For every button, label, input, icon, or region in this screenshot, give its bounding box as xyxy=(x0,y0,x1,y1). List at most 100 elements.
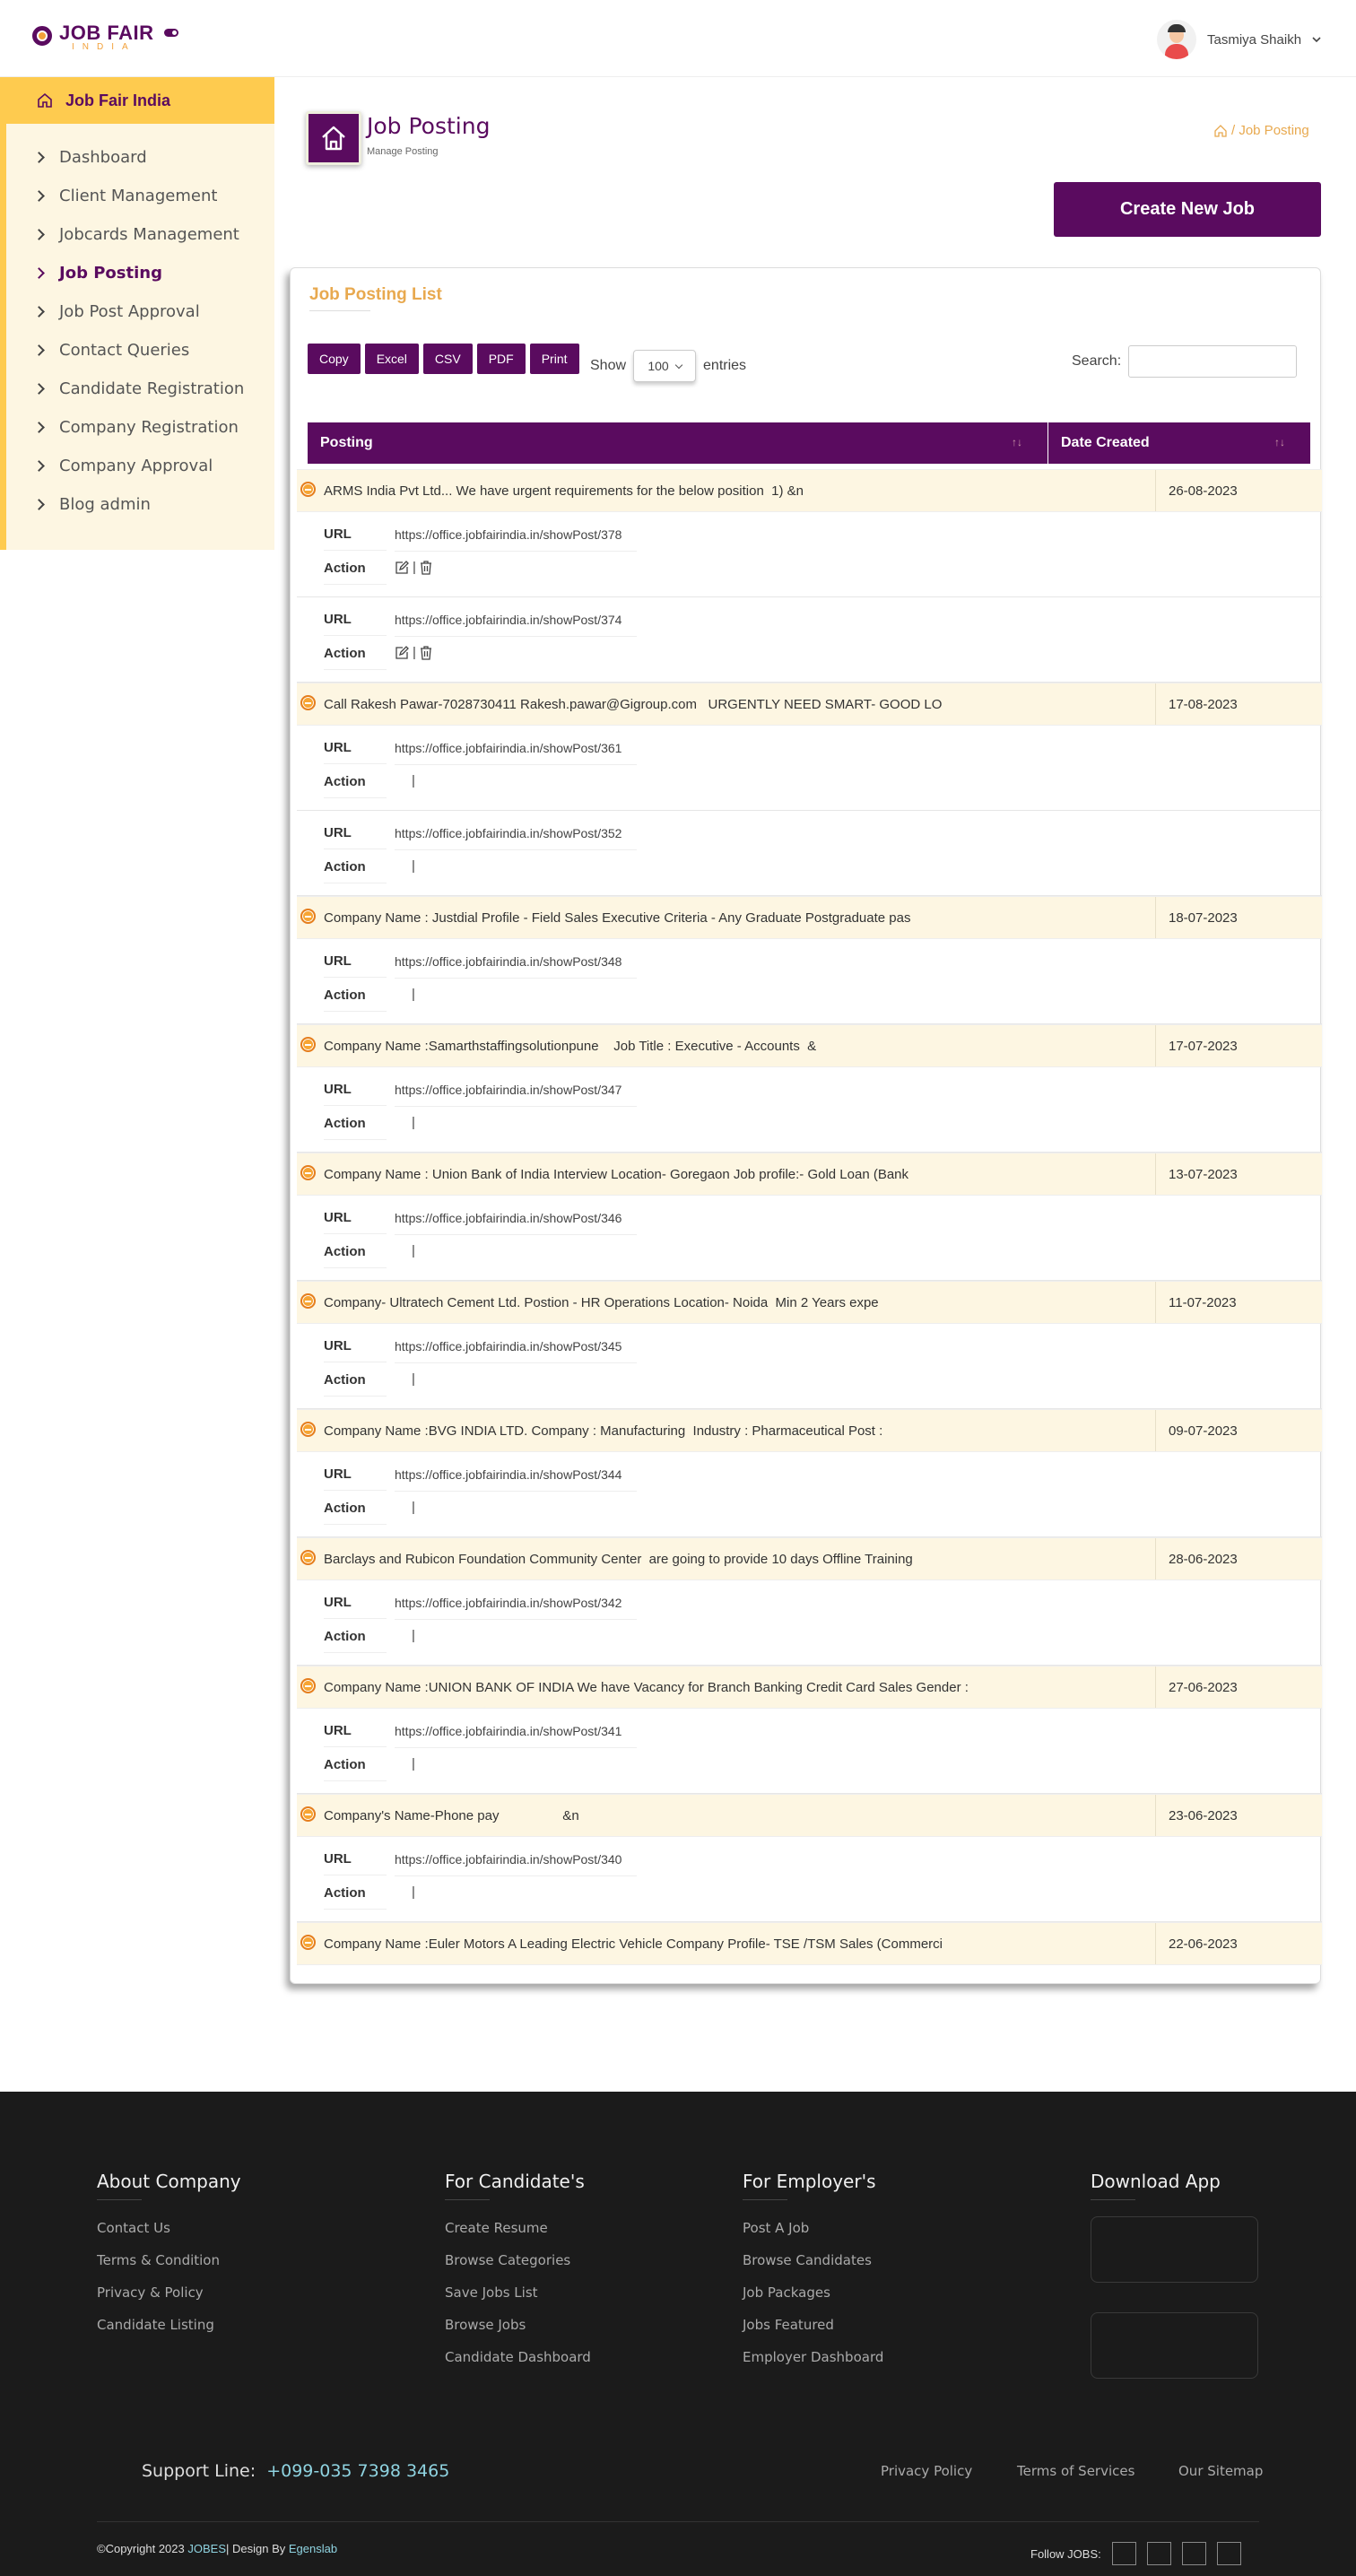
sidebar-item[interactable]: Job Posting xyxy=(31,254,274,292)
play-store-badge[interactable] xyxy=(1091,2312,1258,2379)
site-logo[interactable]: JOB FAIR INDIA xyxy=(30,23,179,52)
table-row[interactable]: ARMS India Pvt Ltd... We have urgent req… xyxy=(297,469,1322,512)
row-actions: | xyxy=(412,773,415,788)
footer-link[interactable]: Browse Categories xyxy=(445,2252,591,2284)
collapse-icon[interactable] xyxy=(300,1935,316,1950)
delete-icon[interactable] xyxy=(420,645,432,660)
sort-icon[interactable]: ↑↓ xyxy=(1012,436,1022,448)
footer-link[interactable]: Browse Jobs xyxy=(445,2317,591,2349)
copyright-designer[interactable]: Egenslab xyxy=(289,2542,337,2555)
collapse-icon[interactable] xyxy=(300,909,316,924)
delete-icon[interactable] xyxy=(420,560,432,575)
footer-link[interactable]: Employer Dashboard xyxy=(743,2349,883,2381)
divider xyxy=(324,1780,387,1781)
privacy-policy-link[interactable]: Privacy Policy xyxy=(881,2463,972,2479)
table-row[interactable]: Company Name : Justdial Profile - Field … xyxy=(297,896,1322,939)
collapse-icon[interactable] xyxy=(300,1293,316,1309)
collapse-icon[interactable] xyxy=(300,1422,316,1437)
edit-icon[interactable] xyxy=(395,645,409,660)
sitemap-link[interactable]: Our Sitemap xyxy=(1178,2463,1263,2479)
posting-text: Company Name :BVG INDIA LTD. Company : M… xyxy=(324,1423,883,1439)
table-row[interactable]: Company's Name-Phone pay &n 23-06-2023 xyxy=(297,1794,1322,1837)
sidebar-header[interactable]: Job Fair India xyxy=(6,77,274,124)
sidebar-item[interactable]: Client Management xyxy=(31,177,274,215)
facebook-icon[interactable] xyxy=(1111,2542,1136,2565)
collapse-icon[interactable] xyxy=(300,482,316,497)
sidebar-item[interactable]: Dashboard xyxy=(31,138,274,177)
footer-link[interactable]: Candidate Dashboard xyxy=(445,2349,591,2381)
sidebar-item[interactable]: Jobcards Management xyxy=(31,215,274,254)
collapse-icon[interactable] xyxy=(300,695,316,710)
entries-select[interactable]: 100 xyxy=(633,350,697,382)
create-new-job-button[interactable]: Create New Job xyxy=(1054,182,1321,237)
footer-link[interactable]: Candidate Listing xyxy=(97,2317,241,2349)
copy-button[interactable]: Copy xyxy=(308,344,361,374)
sidebar-item[interactable]: Blog admin xyxy=(31,485,274,524)
sidebar-item[interactable]: Company Approval xyxy=(31,447,274,485)
collapse-icon[interactable] xyxy=(300,1806,316,1822)
sidebar-item[interactable]: Candidate Registration xyxy=(31,370,274,408)
table-row[interactable]: Company Name :BVG INDIA LTD. Company : M… xyxy=(297,1409,1322,1452)
sidebar-item[interactable]: Company Registration xyxy=(31,408,274,447)
csv-button[interactable]: CSV xyxy=(422,344,473,374)
linkedin-icon[interactable] xyxy=(1181,2542,1206,2565)
support-phone[interactable]: +099-035 7398 3465 xyxy=(266,2461,449,2481)
excel-button[interactable]: Excel xyxy=(364,344,419,374)
footer-link[interactable]: Job Packages xyxy=(743,2284,883,2317)
sidebar-item[interactable]: Contact Queries xyxy=(31,331,274,370)
post-url-link[interactable]: https://office.jobfairindia.in/showPost/… xyxy=(395,1724,637,1748)
table-row[interactable]: Company Name : Union Bank of India Inter… xyxy=(297,1153,1322,1196)
instagram-icon[interactable] xyxy=(1216,2542,1241,2565)
post-url-link[interactable]: https://office.jobfairindia.in/showPost/… xyxy=(395,741,637,765)
url-label: URL xyxy=(324,1851,352,1867)
sidebar-item-label: Job Posting xyxy=(59,264,162,283)
post-url-link[interactable]: https://office.jobfairindia.in/showPost/… xyxy=(395,1211,637,1235)
post-url-link[interactable]: https://office.jobfairindia.in/showPost/… xyxy=(395,1852,637,1876)
user-menu[interactable]: Tasmiya Shaikh xyxy=(1157,20,1321,59)
copyright-brand[interactable]: JOBES xyxy=(187,2542,226,2555)
post-url-link[interactable]: https://office.jobfairindia.in/showPost/… xyxy=(395,527,637,552)
sort-icon[interactable]: ↑↓ xyxy=(1274,436,1285,448)
breadcrumb-home-icon[interactable] xyxy=(1214,124,1227,137)
post-url-link[interactable]: https://office.jobfairindia.in/showPost/… xyxy=(395,1339,637,1363)
collapse-icon[interactable] xyxy=(300,1037,316,1052)
footer-link[interactable]: Create Resume xyxy=(445,2220,591,2252)
sidebar-item[interactable]: Job Post Approval xyxy=(31,292,274,331)
footer-link[interactable]: Terms & Condition xyxy=(97,2252,241,2284)
table-row[interactable]: Barclays and Rubicon Foundation Communit… xyxy=(297,1537,1322,1580)
collapse-icon[interactable] xyxy=(300,1678,316,1693)
footer-link[interactable]: Browse Candidates xyxy=(743,2252,883,2284)
edit-icon[interactable] xyxy=(395,560,409,575)
table-row[interactable]: Company Name :Euler Motors A Leading Ele… xyxy=(297,1922,1322,1965)
collapse-icon[interactable] xyxy=(300,1165,316,1180)
footer-link[interactable]: Jobs Featured xyxy=(743,2317,883,2349)
collapse-icon[interactable] xyxy=(300,1550,316,1565)
follow-links: Follow JOBS: xyxy=(1030,2542,1241,2565)
post-url-link[interactable]: https://office.jobfairindia.in/showPost/… xyxy=(395,954,637,979)
footer-link[interactable]: Post A Job xyxy=(743,2220,883,2252)
column-date-created[interactable]: Date Created ↑↓ xyxy=(1048,422,1310,464)
column-posting[interactable]: Posting ↑↓ xyxy=(308,422,1048,464)
table-row[interactable]: Call Rakesh Pawar-7028730411 Rakesh.pawa… xyxy=(297,683,1322,726)
post-url-link[interactable]: https://office.jobfairindia.in/showPost/… xyxy=(395,1596,637,1620)
post-url-link[interactable]: https://office.jobfairindia.in/showPost/… xyxy=(395,826,637,850)
table-row[interactable]: Company Name :UNION BANK OF INDIA We hav… xyxy=(297,1666,1322,1709)
post-url-link[interactable]: https://office.jobfairindia.in/showPost/… xyxy=(395,1083,637,1107)
footer-link[interactable]: Save Jobs List xyxy=(445,2284,591,2317)
app-store-badge[interactable] xyxy=(1091,2216,1258,2283)
sidebar-item-label: Jobcards Management xyxy=(59,225,239,244)
table-row[interactable]: Company Name :Samarthstaffingsolutionpun… xyxy=(297,1024,1322,1067)
post-url-link[interactable]: https://office.jobfairindia.in/showPost/… xyxy=(395,1467,637,1492)
print-button[interactable]: Print xyxy=(529,344,579,374)
twitter-icon[interactable] xyxy=(1146,2542,1171,2565)
footer-link[interactable]: Privacy & Policy xyxy=(97,2284,241,2317)
search-input[interactable] xyxy=(1128,345,1298,378)
terms-of-services-link[interactable]: Terms of Services xyxy=(1017,2463,1134,2479)
footer-link[interactable]: Contact Us xyxy=(97,2220,241,2252)
post-url-link[interactable]: https://office.jobfairindia.in/showPost/… xyxy=(395,613,637,637)
chevron-down-icon xyxy=(1312,37,1321,43)
theme-toggle-icon[interactable] xyxy=(164,28,179,37)
table-row[interactable]: Company- Ultratech Cement Ltd. Postion -… xyxy=(297,1281,1322,1324)
pdf-button[interactable]: PDF xyxy=(476,344,526,374)
date-created: 09-07-2023 xyxy=(1155,1410,1322,1451)
